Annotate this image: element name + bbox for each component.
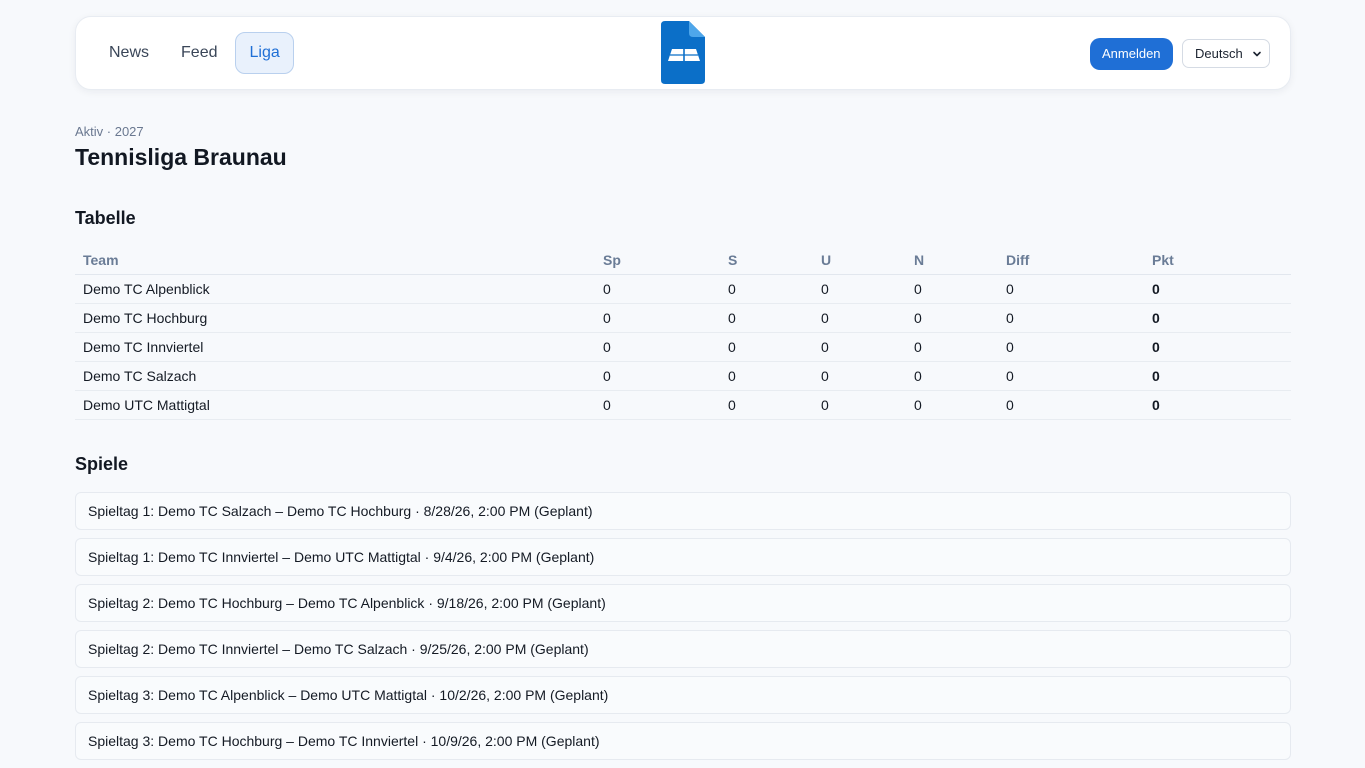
nav-link-news[interactable]: News (95, 32, 163, 74)
match-item[interactable]: Spieltag 3: Demo TC Alpenblick – Demo UT… (75, 676, 1291, 714)
table-row: Demo TC Salzach 0 0 0 0 0 0 (75, 361, 1291, 391)
cell-sp: 0 (595, 274, 720, 304)
match-item[interactable]: Spieltag 1: Demo TC Innviertel – Demo UT… (75, 538, 1291, 576)
league-status: Aktiv · 2027 (75, 124, 144, 139)
standings-table: Team Sp S U N Diff Pkt Demo TC Alpenblic… (75, 246, 1291, 420)
cell-diff: 0 (998, 332, 1144, 362)
cell-s: 0 (720, 390, 813, 420)
cell-sp: 0 (595, 390, 720, 420)
match-item[interactable]: Spieltag 2: Demo TC Hochburg – Demo TC A… (75, 584, 1291, 622)
cell-diff: 0 (998, 390, 1144, 420)
table-row: Demo UTC Mattigtal 0 0 0 0 0 0 (75, 390, 1291, 420)
cell-diff: 0 (998, 303, 1144, 333)
team-name: Demo TC Innviertel (75, 332, 595, 362)
cell-sp: 0 (595, 361, 720, 391)
team-name: Demo TC Alpenblick (75, 274, 595, 304)
cell-s: 0 (720, 274, 813, 304)
cell-u: 0 (813, 274, 906, 304)
table-row: Demo TC Hochburg 0 0 0 0 0 0 (75, 303, 1291, 333)
cell-u: 0 (813, 303, 906, 333)
table-row: Demo TC Innviertel 0 0 0 0 0 0 (75, 332, 1291, 362)
team-name: Demo TC Hochburg (75, 303, 595, 333)
cell-n: 0 (906, 332, 998, 362)
table-row: Demo TC Alpenblick 0 0 0 0 0 0 (75, 274, 1291, 304)
page: News Feed Liga Anmelden Deutsch Aktiv · … (0, 0, 1365, 768)
column-header-sp: Sp (595, 246, 720, 275)
table-header-row: Team Sp S U N Diff Pkt (75, 246, 1291, 275)
main-nav: News Feed Liga (95, 32, 294, 74)
column-header-diff: Diff (998, 246, 1144, 275)
column-header-u: U (813, 246, 906, 275)
top-navbar: News Feed Liga Anmelden Deutsch (75, 16, 1291, 90)
cell-n: 0 (906, 390, 998, 420)
cell-pkt: 0 (1144, 361, 1291, 391)
language-select[interactable]: Deutsch (1182, 39, 1270, 68)
cell-diff: 0 (998, 274, 1144, 304)
match-item[interactable]: Spieltag 2: Demo TC Innviertel – Demo TC… (75, 630, 1291, 668)
cell-sp: 0 (595, 303, 720, 333)
login-button[interactable]: Anmelden (1090, 38, 1173, 70)
nav-link-liga[interactable]: Liga (235, 32, 294, 74)
cell-n: 0 (906, 303, 998, 333)
cell-u: 0 (813, 390, 906, 420)
column-header-team: Team (75, 246, 595, 275)
standings-title: Tabelle (75, 208, 136, 228)
cell-sp: 0 (595, 332, 720, 362)
team-name: Demo TC Salzach (75, 361, 595, 391)
cell-diff: 0 (998, 361, 1144, 391)
column-header-s: S (720, 246, 813, 275)
match-item[interactable]: Spieltag 3: Demo TC Hochburg – Demo TC I… (75, 722, 1291, 760)
cell-n: 0 (906, 361, 998, 391)
cell-pkt: 0 (1144, 303, 1291, 333)
tennis-court-document-icon[interactable] (661, 21, 705, 84)
cell-s: 0 (720, 332, 813, 362)
match-item[interactable]: Spieltag 1: Demo TC Salzach – Demo TC Ho… (75, 492, 1291, 530)
match-list: Spieltag 1: Demo TC Salzach – Demo TC Ho… (75, 492, 1291, 768)
cell-u: 0 (813, 332, 906, 362)
cell-pkt: 0 (1144, 390, 1291, 420)
column-header-n: N (906, 246, 998, 275)
cell-pkt: 0 (1144, 332, 1291, 362)
cell-n: 0 (906, 274, 998, 304)
page-title: Tennisliga Braunau (75, 144, 287, 170)
team-name: Demo UTC Mattigtal (75, 390, 595, 420)
cell-u: 0 (813, 361, 906, 391)
matches-title: Spiele (75, 454, 129, 474)
column-header-pkt: Pkt (1144, 246, 1291, 275)
nav-link-feed[interactable]: Feed (167, 32, 231, 74)
language-select-value: Deutsch (1195, 46, 1243, 61)
cell-s: 0 (720, 361, 813, 391)
chevron-down-icon (1253, 51, 1261, 57)
cell-s: 0 (720, 303, 813, 333)
cell-pkt: 0 (1144, 274, 1291, 304)
